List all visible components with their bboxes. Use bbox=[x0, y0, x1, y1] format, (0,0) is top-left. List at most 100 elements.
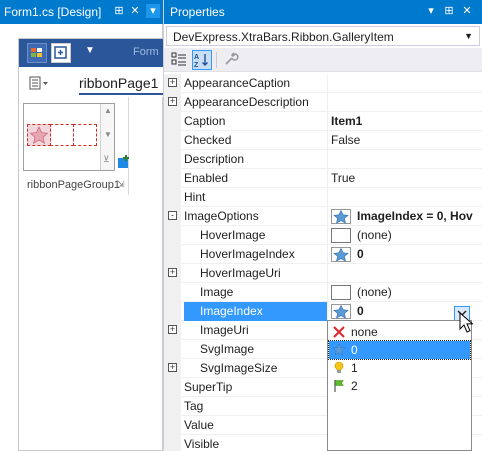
close-icon[interactable]: ✕ bbox=[128, 4, 142, 18]
property-row[interactable]: Caption Item1 bbox=[164, 112, 482, 131]
property-value-text: 0 bbox=[357, 304, 364, 318]
property-value-text: ImageIndex = 0, Hov bbox=[357, 209, 473, 223]
property-row[interactable]: + HoverImageUri bbox=[164, 264, 482, 283]
property-name[interactable]: HoverImageIndex bbox=[184, 245, 328, 264]
properties-title-bar[interactable]: Properties ▾ ⊞ ✕ bbox=[164, 0, 482, 24]
property-name[interactable]: Description bbox=[184, 150, 328, 169]
designer-tab[interactable]: Form1.cs [Design] ⊞ ✕ ▾ bbox=[0, 0, 163, 24]
ribbon-app-button[interactable] bbox=[27, 43, 47, 63]
gallery-scrollbar[interactable]: ▲ ▼ ⊻ bbox=[100, 104, 114, 170]
property-row[interactable]: - ImageOptions ImageIndex = 0, Hov bbox=[164, 207, 482, 226]
close-icon[interactable]: ✕ bbox=[460, 4, 474, 18]
expand-icon[interactable]: + bbox=[168, 363, 177, 372]
property-name[interactable]: Checked bbox=[184, 131, 328, 150]
star-icon bbox=[331, 247, 351, 263]
alphabetical-button[interactable]: A Z bbox=[192, 50, 212, 70]
property-name[interactable]: ImageIndex bbox=[184, 302, 328, 321]
add-item-button[interactable] bbox=[51, 43, 71, 63]
property-pages-button[interactable] bbox=[222, 50, 242, 70]
gallery-expand-icon[interactable]: ⊻ bbox=[103, 154, 110, 165]
property-value[interactable] bbox=[328, 93, 482, 112]
property-name[interactable]: Enabled bbox=[184, 169, 328, 188]
designer-tab-title: Form1.cs [Design] bbox=[4, 5, 102, 19]
property-value[interactable]: Item1 bbox=[328, 112, 482, 131]
property-name[interactable]: SuperTip bbox=[184, 378, 328, 397]
pin-icon[interactable]: ⊞ bbox=[442, 4, 456, 18]
property-row[interactable]: + AppearanceCaption bbox=[164, 74, 482, 93]
row-gutter bbox=[164, 169, 181, 188]
qat-dropdown-icon[interactable]: ▼ bbox=[85, 45, 95, 56]
property-name[interactable]: SvgImageSize bbox=[184, 359, 328, 378]
expand-icon[interactable]: + bbox=[168, 97, 177, 106]
gallery-item-3[interactable] bbox=[73, 124, 97, 146]
ribbon-menu-icon[interactable] bbox=[29, 76, 49, 90]
categorized-button[interactable] bbox=[170, 50, 190, 70]
dropdown-item[interactable]: 1 bbox=[329, 359, 470, 377]
property-value[interactable]: True bbox=[328, 169, 482, 188]
property-name[interactable]: AppearanceDescription bbox=[184, 93, 328, 112]
property-name[interactable]: Caption bbox=[184, 112, 328, 131]
property-value[interactable] bbox=[328, 74, 482, 93]
property-name[interactable]: Visible bbox=[184, 435, 328, 451]
property-row[interactable]: ImageIndex 0 bbox=[164, 302, 482, 321]
property-value[interactable] bbox=[328, 188, 482, 207]
property-value[interactable]: (none) bbox=[328, 283, 482, 302]
property-row[interactable]: Enabled True bbox=[164, 169, 482, 188]
dropdown-item[interactable]: 0 bbox=[328, 340, 471, 360]
property-value[interactable] bbox=[328, 150, 482, 169]
object-selector-value: DevExpress.XtraBars.Ribbon.GalleryItem bbox=[173, 30, 394, 44]
categorized-icon bbox=[171, 52, 186, 66]
expand-icon[interactable]: + bbox=[168, 268, 177, 277]
property-value[interactable]: ImageIndex = 0, Hov bbox=[328, 207, 482, 226]
property-name[interactable]: SvgImage bbox=[184, 340, 328, 359]
dropdown-item[interactable]: 2 bbox=[329, 377, 470, 395]
group-launcher-icon[interactable]: ⇲ bbox=[117, 179, 125, 190]
property-value[interactable]: False bbox=[328, 131, 482, 150]
chevron-down-icon[interactable]: ▼ bbox=[464, 31, 473, 41]
ribbon-page-group-label: ribbonPageGroup1 bbox=[27, 179, 120, 191]
gallery-item-2[interactable] bbox=[50, 124, 74, 146]
property-name[interactable]: Hint bbox=[184, 188, 328, 207]
row-gutter bbox=[164, 112, 181, 131]
property-row[interactable]: Hint bbox=[164, 188, 482, 207]
scroll-down-icon[interactable]: ▼ bbox=[104, 130, 112, 139]
image-index-dropdown[interactable]: none 0 1 2 bbox=[327, 320, 472, 451]
scroll-up-icon[interactable]: ▲ bbox=[104, 106, 112, 115]
pin-icon[interactable]: ⊞ bbox=[112, 4, 126, 18]
dropdown-item[interactable]: none bbox=[329, 323, 470, 341]
expand-icon[interactable]: + bbox=[168, 325, 177, 334]
property-name[interactable]: Tag bbox=[184, 397, 328, 416]
property-value[interactable]: 0 bbox=[328, 245, 482, 264]
gallery-preview[interactable]: ▲ ▼ ⊻ bbox=[23, 103, 115, 171]
property-name[interactable]: AppearanceCaption bbox=[184, 74, 328, 93]
collapse-icon[interactable]: - bbox=[168, 211, 177, 220]
add-gallery-item-icon[interactable] bbox=[117, 155, 131, 169]
row-gutter bbox=[164, 150, 181, 169]
property-row[interactable]: Image (none) bbox=[164, 283, 482, 302]
property-name[interactable]: ImageUri bbox=[184, 321, 328, 340]
object-selector[interactable]: DevExpress.XtraBars.Ribbon.GalleryItem ▼ bbox=[166, 26, 480, 46]
property-name[interactable]: HoverImageUri bbox=[184, 264, 328, 283]
property-name[interactable]: Image bbox=[184, 283, 328, 302]
image-swatch bbox=[331, 228, 351, 244]
property-row[interactable]: HoverImage (none) bbox=[164, 226, 482, 245]
gallery-item-1[interactable] bbox=[27, 124, 51, 146]
property-name[interactable]: HoverImage bbox=[184, 226, 328, 245]
expand-icon[interactable]: + bbox=[168, 78, 177, 87]
window-menu-icon[interactable]: ▾ bbox=[146, 4, 160, 18]
designer-canvas: ▼ Form ribbonPage1 ▲ ▼ ⊻ ribbonPageGroup… bbox=[0, 24, 164, 451]
property-row[interactable]: Description bbox=[164, 150, 482, 169]
lightbulb-icon bbox=[334, 361, 344, 373]
property-name[interactable]: ImageOptions bbox=[184, 207, 328, 226]
ribbon-page-tab[interactable]: ribbonPage1 bbox=[79, 75, 158, 91]
window-menu-icon[interactable]: ▾ bbox=[424, 4, 438, 18]
property-row[interactable]: + AppearanceDescription bbox=[164, 93, 482, 112]
designer-window: Form1.cs [Design] ⊞ ✕ ▾ ▼ Form ribbonPag… bbox=[0, 0, 164, 451]
property-value-text: (none) bbox=[357, 285, 392, 299]
property-row[interactable]: Checked False bbox=[164, 131, 482, 150]
property-row[interactable]: HoverImageIndex 0 bbox=[164, 245, 482, 264]
property-value[interactable] bbox=[328, 264, 482, 283]
property-value[interactable]: (none) bbox=[328, 226, 482, 245]
property-name[interactable]: Value bbox=[184, 416, 328, 435]
property-value-text: Item1 bbox=[331, 114, 363, 128]
